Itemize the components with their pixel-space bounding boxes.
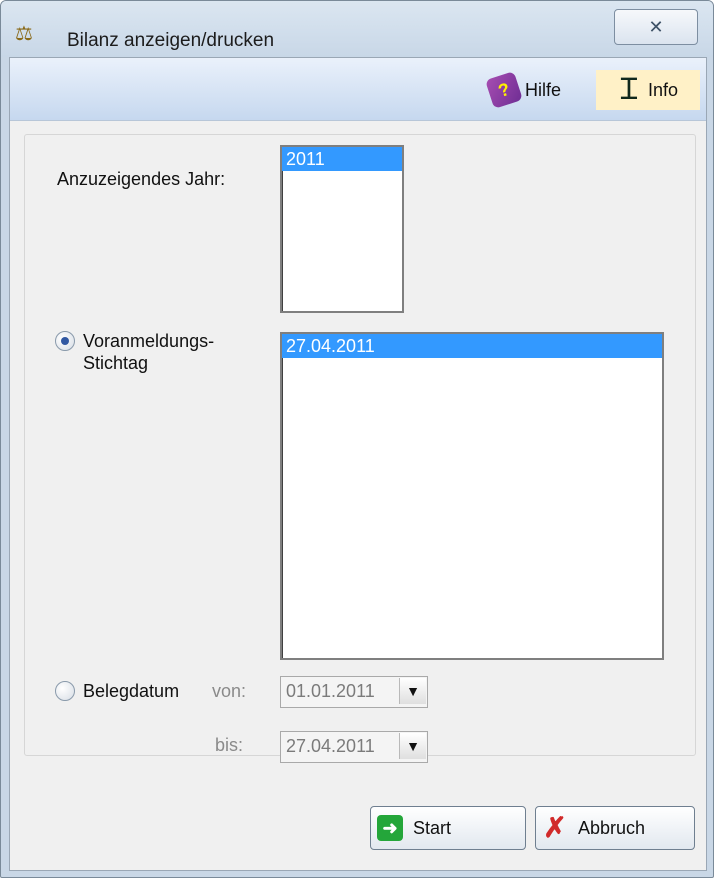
toolbar: ? Hilfe Ɪ Info — [10, 58, 706, 121]
window-title: Bilanz anzeigen/drucken — [67, 30, 275, 51]
close-button[interactable]: ✕ — [614, 9, 698, 45]
belegdatum-label: Belegdatum — [83, 681, 180, 701]
help-book-icon: ? — [485, 71, 523, 109]
cancel-button[interactable]: ✗ Abbruch — [535, 806, 695, 850]
to-date-value: 27.04.2011 — [286, 736, 375, 756]
scales-icon: ⚖ — [15, 23, 33, 45]
from-date-value: 01.01.2011 — [286, 681, 375, 701]
close-icon: ✕ — [648, 17, 664, 37]
hilfe-label: Hilfe — [525, 79, 562, 100]
start-button[interactable]: ➜ Start — [370, 806, 526, 850]
voranmeldung-radio[interactable] — [55, 331, 75, 351]
info-button[interactable]: Ɪ Info — [596, 70, 700, 110]
belegdatum-radio[interactable] — [55, 681, 75, 701]
stichtag-listbox[interactable]: 27.04.2011 — [280, 332, 664, 660]
cancel-label: Abbruch — [578, 817, 646, 838]
stichtag-option[interactable]: 27.04.2011 — [282, 334, 662, 358]
from-label: von: — [212, 681, 247, 701]
dialog-window: ⚖ Bilanz anzeigen/drucken ✕ ? Hilfe Ɪ In… — [0, 0, 714, 878]
options-panel: Anzuzeigendes Jahr: 2011 Voranmeldungs- … — [24, 134, 696, 763]
chevron-down-icon[interactable]: ▼ — [399, 678, 426, 704]
info-label: Info — [647, 79, 679, 100]
to-date-combobox[interactable]: 27.04.2011 ▼ — [280, 731, 428, 763]
to-label: bis: — [215, 735, 244, 755]
ibeam-icon: Ɪ — [620, 73, 638, 106]
start-label: Start — [413, 817, 452, 838]
from-date-combobox[interactable]: 01.01.2011 ▼ — [280, 676, 428, 708]
chevron-down-icon[interactable]: ▼ — [399, 733, 426, 759]
year-listbox[interactable]: 2011 — [280, 145, 404, 313]
arrow-right-icon: ➜ — [377, 815, 403, 841]
dialog-client-area: ? Hilfe Ɪ Info Anzuzeigendes Jahr: 2011 … — [9, 57, 707, 871]
year-label: Anzuzeigendes Jahr: — [57, 169, 226, 189]
voranmeldung-label-line2: Stichtag — [83, 353, 149, 373]
hilfe-button[interactable]: ? Hilfe — [485, 70, 562, 110]
cross-icon: ✗ — [543, 812, 567, 843]
title-bar: ⚖ Bilanz anzeigen/drucken ✕ — [1, 1, 713, 57]
voranmeldung-label-line1: Voranmeldungs- — [83, 331, 215, 351]
year-option[interactable]: 2011 — [282, 147, 402, 171]
